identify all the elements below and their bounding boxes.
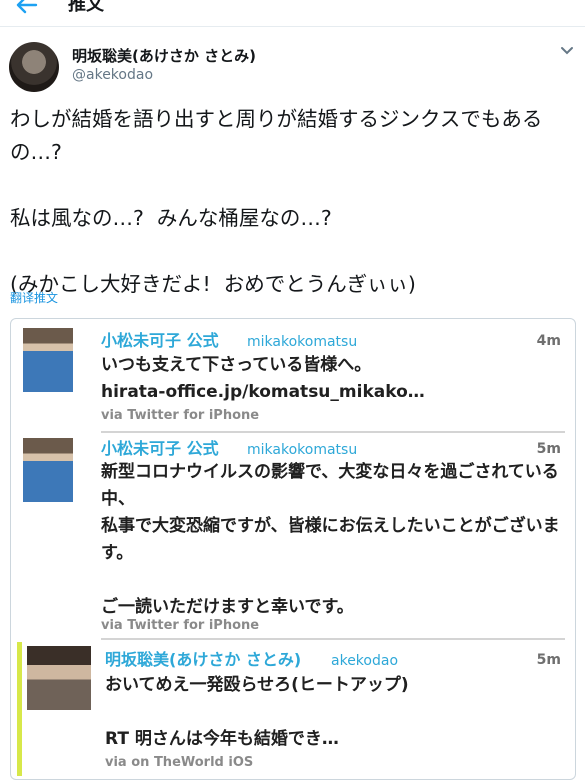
avatar[interactable] (9, 42, 59, 92)
display-name[interactable]: 明坂聡美(あけさか さとみ) (72, 46, 256, 66)
via-label: via Twitter for iPhone (101, 408, 260, 423)
translate-tweet-link[interactable]: 翻译推文 (10, 290, 58, 306)
accent-bar (17, 642, 22, 776)
quoted-text: 新型コロナウイルスの影響で、大変な日々を過ごされている中、 私事で大変恐縮ですが… (101, 462, 560, 617)
top-bar: 推文 (0, 0, 585, 27)
quoted-item[interactable]: 小松未可子 公式 mikakokomatsu 4m いつも支えて下さっている皆様… (11, 319, 575, 431)
via-label: via Twitter for iPhone (101, 618, 260, 633)
chevron-down-icon[interactable] (560, 46, 574, 56)
user-handle[interactable]: @akekodao (72, 66, 153, 84)
quoted-name: 小松未可子 公式 (101, 439, 219, 458)
thumbnail (23, 438, 73, 502)
thumbnail (23, 328, 73, 392)
via-label: via on TheWorld iOS (105, 755, 254, 770)
quoted-handle: mikakokomatsu (247, 334, 358, 350)
timestamp: 5m (536, 441, 561, 457)
quoted-handle: akekodao (331, 653, 399, 669)
page-title: 推文 (68, 0, 104, 15)
quoted-item[interactable]: 小松未可子 公式 mikakokomatsu 5m 新型コロナウイルスの影響で、… (11, 433, 575, 638)
back-arrow-icon[interactable] (14, 0, 38, 16)
quoted-item[interactable]: 明坂聡美(あけさか さとみ) akekodao 5m おいてめえ一発殴らせろ(ヒ… (11, 640, 575, 780)
quoted-text: いつも支えて下さっている皆様へ。 hirata-office.jp/komats… (101, 355, 425, 402)
tweet-text: わしが結婚を語り出すと周りが結婚するジンクスでもあるの…? 私は風なの…? みん… (10, 107, 543, 296)
quoted-name: 明坂聡美(あけさか さとみ) (105, 650, 302, 669)
quoted-content-card[interactable]: 小松未可子 公式 mikakokomatsu 4m いつも支えて下さっている皆様… (10, 318, 576, 780)
quoted-name: 小松未可子 公式 (101, 331, 219, 350)
timestamp: 4m (536, 333, 561, 349)
quoted-text: おいてめえ一発殴らせろ(ヒートアップ) RT 明さんは今年も結婚でき… (105, 675, 409, 749)
thumbnail (27, 646, 91, 710)
quoted-handle: mikakokomatsu (247, 442, 358, 458)
timestamp: 5m (536, 652, 561, 668)
